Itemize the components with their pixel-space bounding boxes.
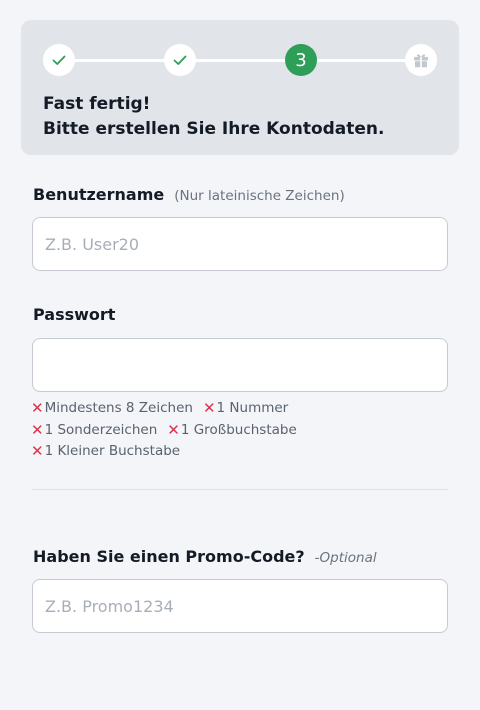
cross-icon: ✕	[167, 420, 180, 439]
requirement-text: 1 Kleiner Buchstabe	[44, 443, 181, 459]
requirements-row-2: ✕ 1 Sonderzeichen ✕ 1 Großbuchstabe	[31, 420, 451, 442]
progress-stepper: 3 Fast fertig! Bitte erstellen Sie Ihre …	[21, 20, 459, 155]
gift-icon	[414, 54, 428, 68]
step-3-current: 3	[285, 44, 317, 76]
username-hint: (Nur lateinische Zeichen)	[174, 188, 345, 204]
cross-icon: ✕	[31, 442, 44, 460]
step-2-completed	[164, 44, 196, 76]
requirement-text: 1 Sonderzeichen	[44, 421, 158, 438]
step-4-bonus	[405, 44, 437, 76]
check-icon	[173, 55, 187, 65]
stepper-heading: Fast fertig! Bitte erstellen Sie Ihre Ko…	[43, 92, 443, 142]
requirement-lowercase: ✕ 1 Kleiner Buchstabe	[31, 441, 180, 463]
password-requirements: ✕ Mindestens 8 Zeichen ✕ 1 Nummer ✕ 1 So…	[31, 398, 451, 463]
requirements-row-1: ✕ Mindestens 8 Zeichen ✕ 1 Nummer	[31, 398, 451, 420]
stepper-track	[59, 59, 421, 62]
password-label-row: Passwort	[33, 305, 115, 324]
requirements-row-3: ✕ 1 Kleiner Buchstabe	[31, 441, 451, 463]
promo-code-input[interactable]	[32, 579, 448, 633]
password-label: Passwort	[33, 305, 116, 324]
promo-optional-hint: -Optional	[314, 550, 377, 566]
username-input[interactable]	[32, 217, 448, 271]
username-label: Benutzername	[33, 185, 165, 204]
check-icon	[52, 55, 66, 65]
requirement-min-length: ✕ Mindestens 8 Zeichen	[31, 398, 193, 420]
requirement-text: Mindestens 8 Zeichen	[44, 400, 193, 416]
cross-icon: ✕	[31, 420, 44, 439]
section-divider	[32, 489, 448, 490]
cross-icon: ✕	[31, 399, 44, 417]
cross-icon: ✕	[202, 399, 216, 417]
promo-label-row: Haben Sie einen Promo-Code? -Optional	[33, 547, 377, 566]
requirement-special-char: ✕ 1 Sonderzeichen	[31, 420, 157, 442]
promo-label: Haben Sie einen Promo-Code?	[33, 547, 305, 566]
step-number: 3	[295, 49, 307, 71]
password-input[interactable]	[32, 338, 448, 392]
heading-line-2: Bitte erstellen Sie Ihre Kontodaten.	[43, 119, 385, 139]
requirement-number: ✕ 1 Nummer	[203, 398, 288, 420]
step-1-completed	[43, 44, 75, 76]
requirement-uppercase: ✕ 1 Großbuchstabe	[167, 420, 297, 442]
requirement-text: 1 Großbuchstabe	[180, 421, 297, 438]
heading-line-1: Fast fertig!	[43, 94, 151, 114]
requirement-text: 1 Nummer	[216, 400, 289, 416]
username-label-row: Benutzername (Nur lateinische Zeichen)	[33, 185, 345, 204]
